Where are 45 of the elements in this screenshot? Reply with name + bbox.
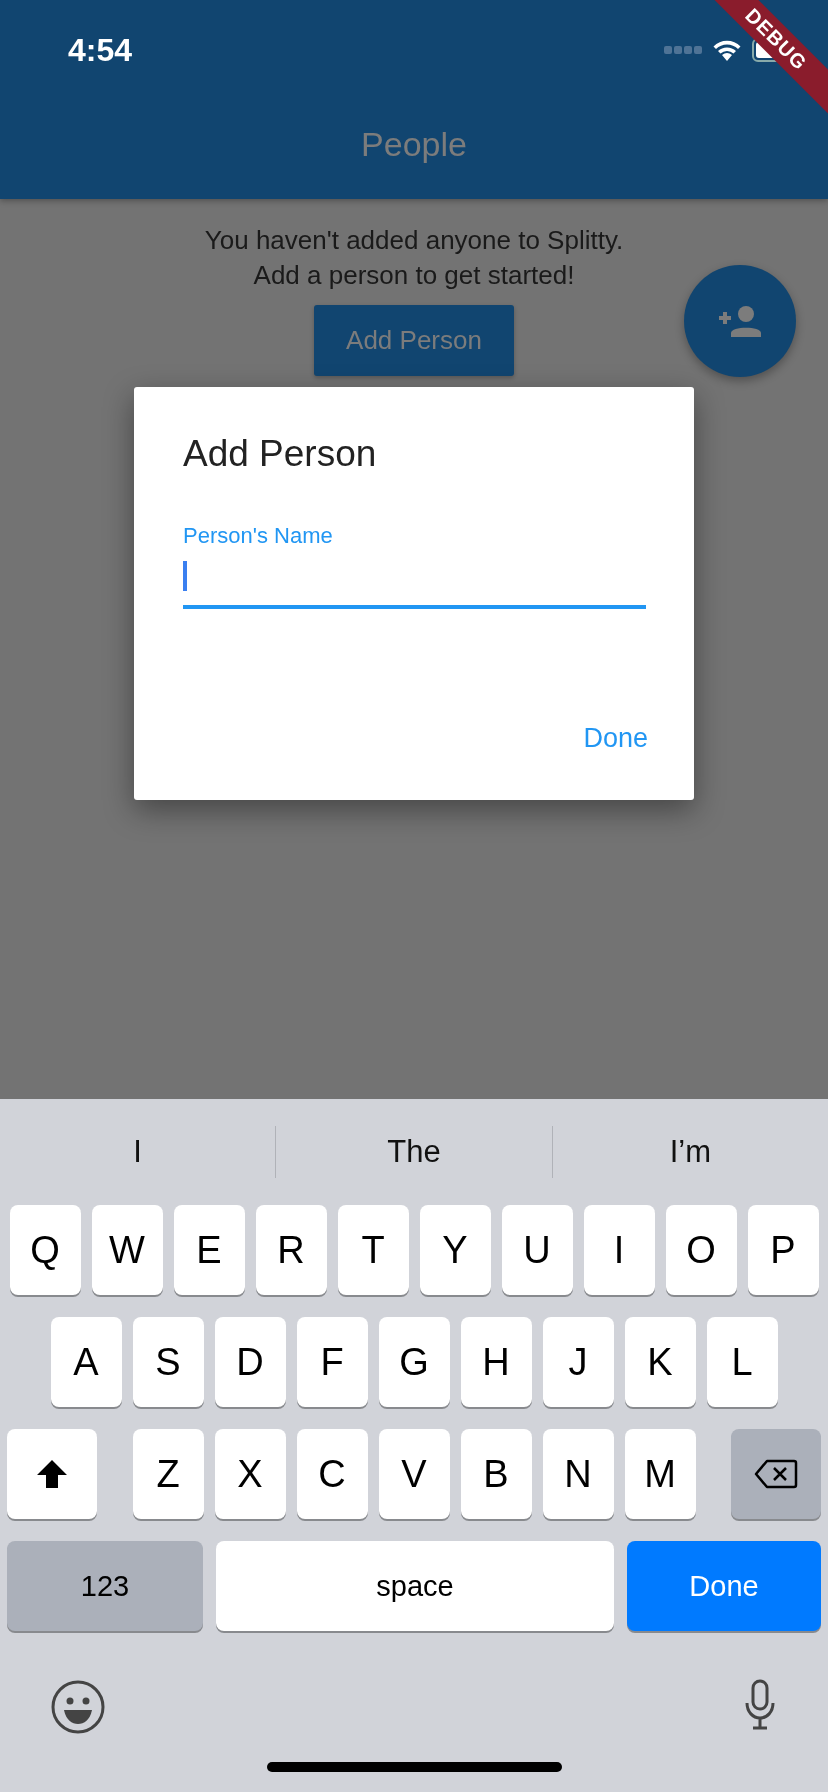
keyboard-key[interactable]: I xyxy=(583,1205,655,1295)
done-key[interactable]: Done xyxy=(627,1541,821,1631)
status-time: 4:54 xyxy=(68,31,133,69)
keyboard-key[interactable]: C xyxy=(296,1429,368,1519)
shift-icon xyxy=(35,1458,69,1490)
keyboard-key[interactable]: B xyxy=(460,1429,532,1519)
keyboard-key[interactable]: M xyxy=(624,1429,696,1519)
signal-icon xyxy=(664,46,702,54)
space-key[interactable]: space xyxy=(216,1541,614,1631)
keyboard-key[interactable]: Z xyxy=(132,1429,204,1519)
keyboard-key[interactable]: G xyxy=(378,1317,450,1407)
delete-key[interactable] xyxy=(731,1429,821,1519)
wifi-icon xyxy=(712,39,742,61)
keyboard-key[interactable]: U xyxy=(501,1205,573,1295)
keyboard-key[interactable]: H xyxy=(460,1317,532,1407)
keyboard-key[interactable]: E xyxy=(173,1205,245,1295)
suggestion[interactable]: The xyxy=(275,1126,552,1178)
suggestion[interactable]: I’m xyxy=(551,1126,828,1178)
keyboard-key[interactable]: F xyxy=(296,1317,368,1407)
suggestion[interactable]: I xyxy=(0,1126,276,1178)
numbers-key[interactable]: 123 xyxy=(7,1541,203,1631)
shift-key[interactable] xyxy=(7,1429,97,1519)
keyboard-key[interactable]: A xyxy=(50,1317,122,1407)
keyboard-key[interactable]: D xyxy=(214,1317,286,1407)
add-person-icon xyxy=(717,305,763,337)
keyboard-key[interactable]: Y xyxy=(419,1205,491,1295)
keyboard-key[interactable]: K xyxy=(624,1317,696,1407)
microphone-icon[interactable] xyxy=(744,1679,776,1731)
delete-icon xyxy=(754,1459,798,1489)
keyboard-key[interactable]: N xyxy=(542,1429,614,1519)
keyboard-key[interactable]: P xyxy=(747,1205,819,1295)
keyboard-key[interactable]: T xyxy=(337,1205,409,1295)
keyboard-key[interactable]: Q xyxy=(9,1205,81,1295)
keyboard-key[interactable]: R xyxy=(255,1205,327,1295)
keyboard-key[interactable]: W xyxy=(91,1205,163,1295)
keyboard-key[interactable]: J xyxy=(542,1317,614,1407)
keyboard-key[interactable]: L xyxy=(706,1317,778,1407)
app-bar-title: People xyxy=(361,125,467,164)
keyboard-key[interactable]: S xyxy=(132,1317,204,1407)
keyboard-key[interactable]: V xyxy=(378,1429,450,1519)
dialog-title: Add Person xyxy=(183,433,378,475)
keyboard-key[interactable]: X xyxy=(214,1429,286,1519)
empty-state-message: You haven't added anyone to Splitty. Add a person to get started! xyxy=(204,224,624,292)
emoji-icon[interactable] xyxy=(50,1679,106,1735)
keyboard-key[interactable]: O xyxy=(665,1205,737,1295)
